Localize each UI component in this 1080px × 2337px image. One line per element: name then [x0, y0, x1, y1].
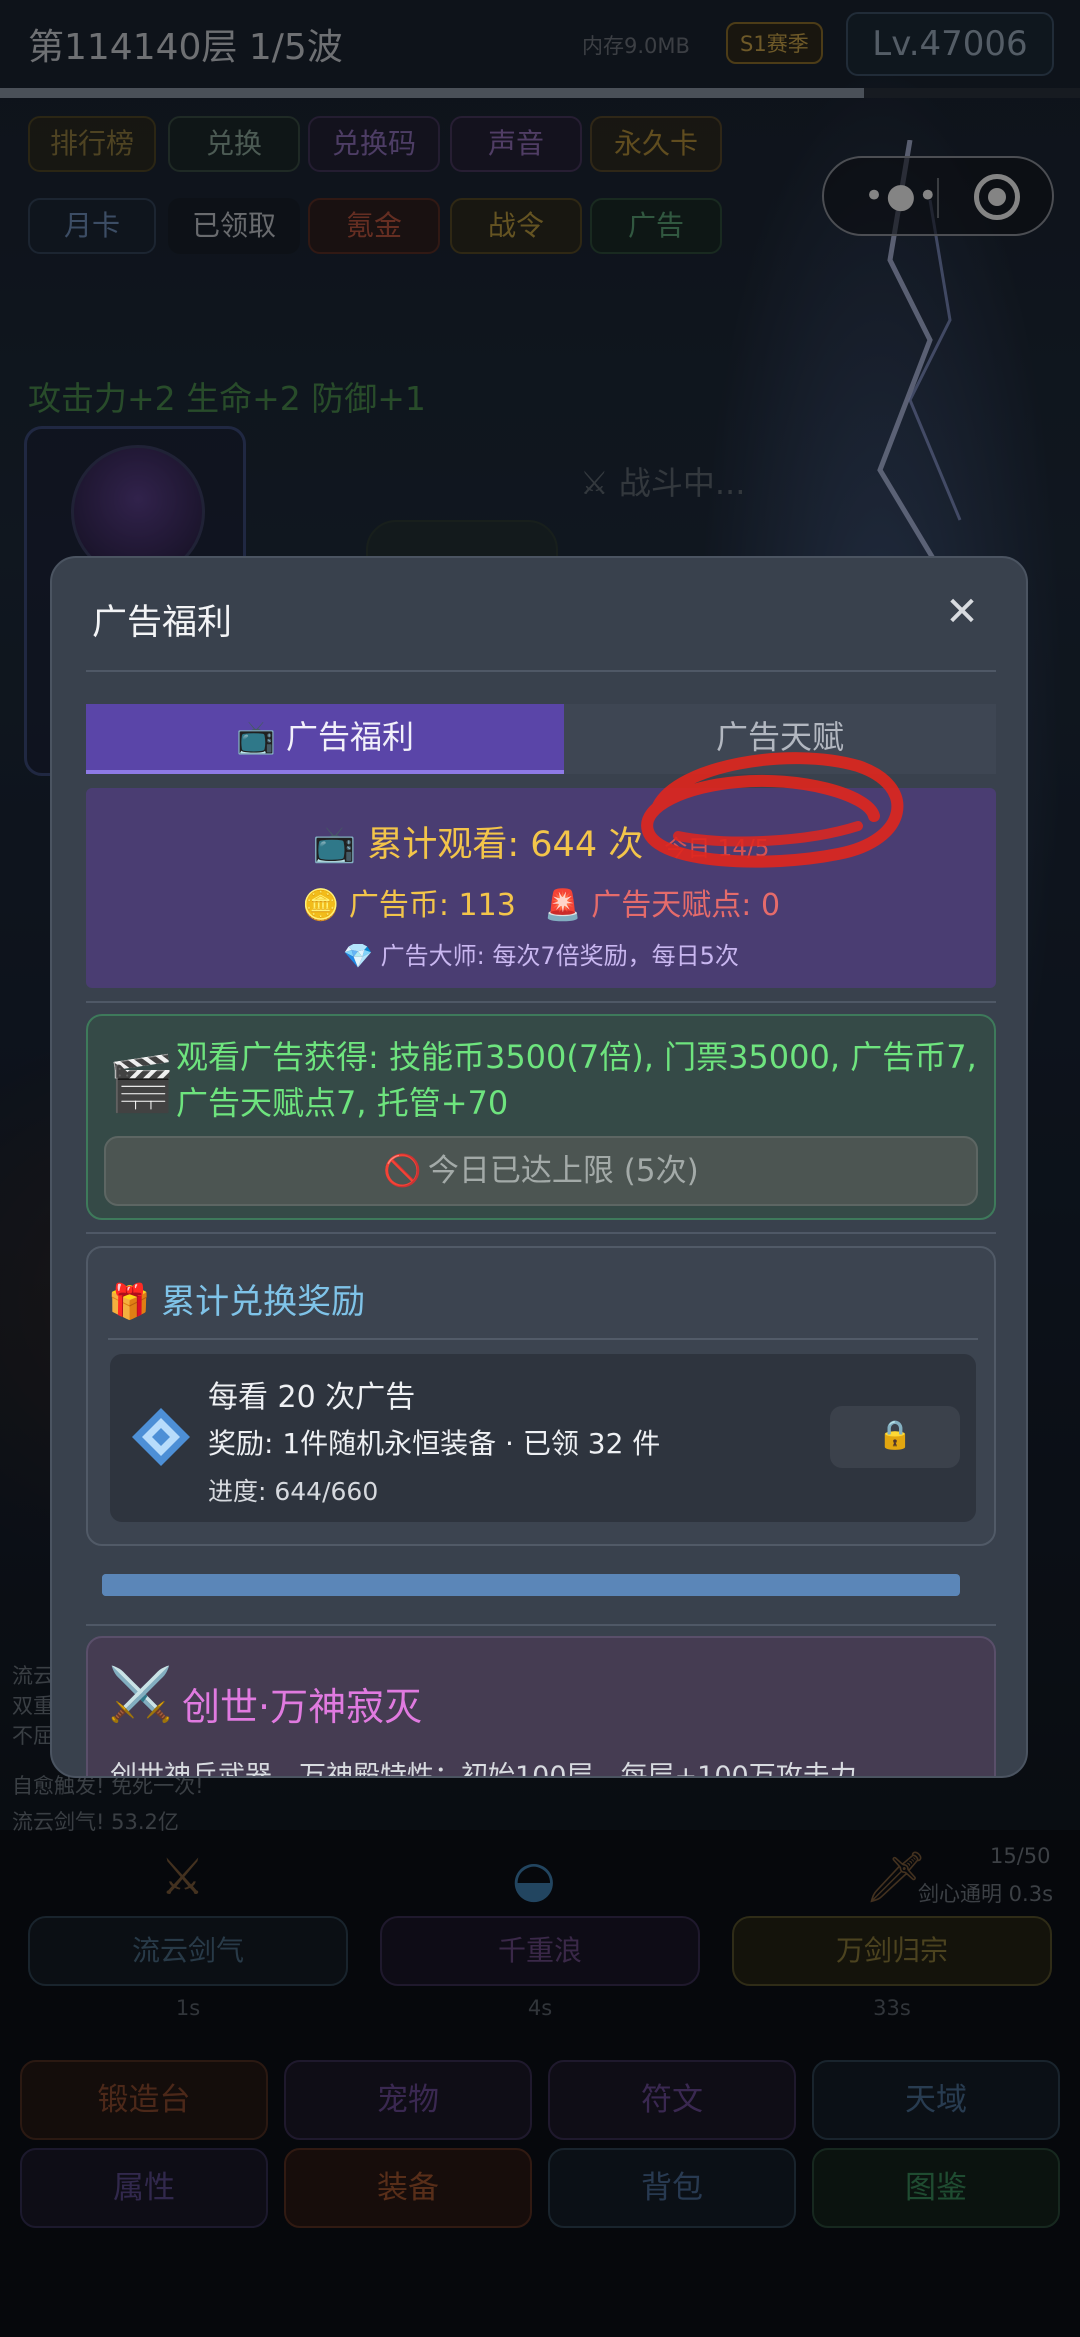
- today-views-label: 今日 14/5: [664, 836, 770, 862]
- divider: [86, 1232, 996, 1234]
- lock-icon: 🔒: [877, 1418, 913, 1451]
- divider: [86, 670, 996, 672]
- ad-master-line: 💎 广告大师: 每次7倍奖励，每日5次: [343, 942, 739, 970]
- currency-line: 🪙 广告币: 113 🚨 广告天赋点: 0: [86, 880, 996, 924]
- crossed-swords-icon: ⚔️: [108, 1665, 173, 1725]
- tv-icon: 📺: [312, 825, 357, 865]
- ad-coin-label: 广告币: 113: [348, 888, 516, 923]
- reward-card: 每看 20 次广告 奖励: 1件随机永恒装备 · 已领 32 件 进度: 644…: [110, 1354, 976, 1522]
- coin-icon: 🪙: [301, 888, 340, 923]
- talent-points-label: 广告天赋点: 0: [591, 888, 781, 923]
- clapperboard-icon: 🎬: [108, 1052, 176, 1115]
- redeem-progress-bar: [102, 1574, 960, 1596]
- reward-progress-text: 进度: 644/660: [208, 1477, 379, 1506]
- reward-condition: 每看 20 次广告: [208, 1380, 416, 1415]
- ad-stats-panel: 📺 累计观看: 644 次 今日 14/5 🪙 广告币: 113 🚨 广告天赋点…: [86, 788, 996, 988]
- redeem-title: 🎁 累计兑换奖励: [108, 1282, 366, 1322]
- modal-tabs: 📺 广告福利 广告天赋: [86, 704, 996, 774]
- genesis-title: 创世·万神寂灭: [182, 1685, 423, 1729]
- divider: [86, 1001, 996, 1003]
- ad-benefits-modal: 广告福利 ✕ 📺 广告福利 广告天赋 📺 累计观看: 644 次 今日 14/5…: [50, 556, 1028, 1778]
- modal-title: 广告福利: [92, 603, 233, 643]
- divider: [108, 1338, 978, 1340]
- tab-ad-talent[interactable]: 广告天赋: [564, 704, 996, 774]
- tv-icon: 📺: [235, 718, 276, 756]
- siren-icon: 🚨: [544, 888, 582, 923]
- total-views-line: 📺 累计观看: 644 次 今日 14/5: [86, 816, 996, 867]
- divider: [86, 1624, 996, 1626]
- daily-limit-button[interactable]: 🚫 今日已达上限 (5次): [104, 1136, 978, 1206]
- genesis-description: 创世神兵武器，万神殿特性：初始100层，每层+100万攻击力: [110, 1761, 857, 1778]
- tab-ad-benefits[interactable]: 📺 广告福利: [86, 704, 564, 774]
- close-icon[interactable]: ✕: [942, 592, 982, 632]
- watch-ad-panel: 🎬 观看广告获得: 技能币3500(7倍), 门票35000, 广告币7, 广告…: [86, 1014, 996, 1220]
- watch-reward-text: 观看广告获得: 技能币3500(7倍), 门票35000, 广告币7, 广告天赋…: [176, 1038, 977, 1122]
- diamond-icon: 💎: [343, 942, 373, 970]
- genesis-weapon-panel: ⚔️ 创世·万神寂灭 创世神兵武器，万神殿特性：初始100层，每层+100万攻击…: [86, 1636, 996, 1778]
- gift-icon: 🎁: [108, 1282, 151, 1322]
- locked-claim-button[interactable]: 🔒: [830, 1406, 960, 1468]
- cumulative-redeem-panel: 🎁 累计兑换奖励 每看 20 次广告 奖励: 1件随机永恒装备 · 已领 32 …: [86, 1246, 996, 1546]
- prohibited-icon: 🚫: [383, 1153, 422, 1189]
- diamond-pattern-icon: [132, 1408, 190, 1466]
- reward-description: 奖励: 1件随机永恒装备 · 已领 32 件: [208, 1427, 661, 1460]
- redeem-progress-fill: [102, 1574, 940, 1596]
- total-views-label: 累计观看: 644 次: [367, 825, 644, 865]
